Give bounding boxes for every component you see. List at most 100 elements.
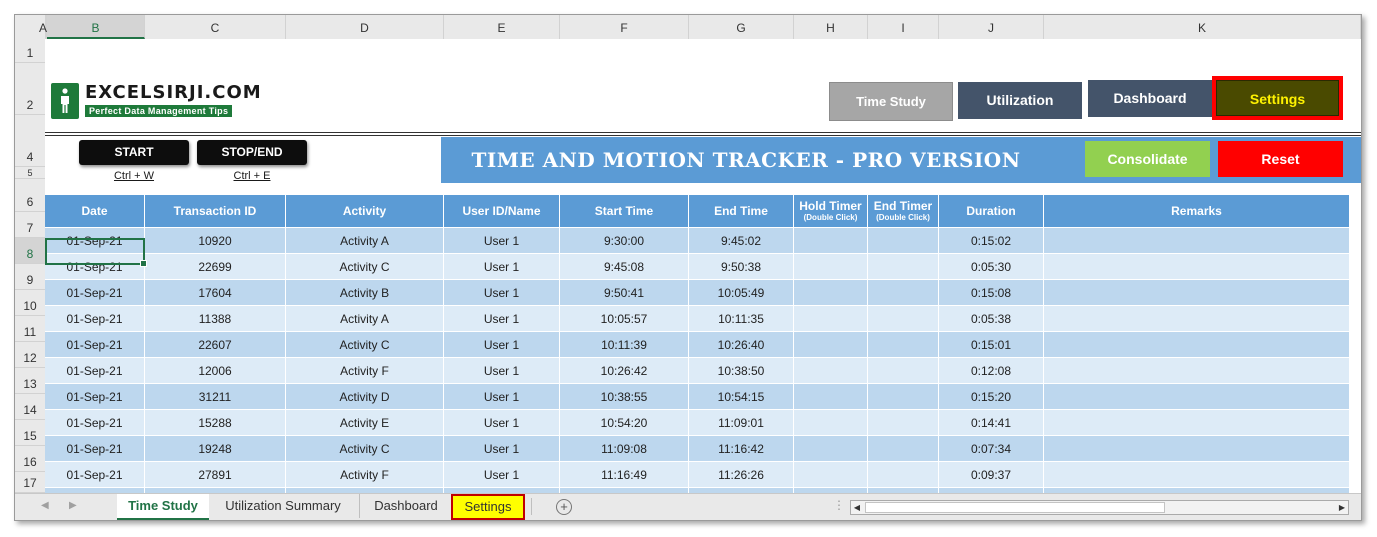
sheet-tab-utilization-summary[interactable]: Utilization Summary <box>213 494 353 518</box>
cell-start-time[interactable]: 11:09:08 <box>560 436 689 462</box>
cell-hold-timer[interactable] <box>794 358 868 384</box>
cell-end-timer[interactable] <box>868 332 939 358</box>
scroll-right-icon[interactable]: ▶ <box>1336 501 1348 514</box>
stop-end-button[interactable]: STOP/END <box>197 140 307 165</box>
column-header-g[interactable]: G <box>689 15 794 39</box>
scroll-tabs-left-icon[interactable]: ◀ <box>41 500 49 511</box>
cell-remarks[interactable] <box>1044 384 1350 410</box>
row-header[interactable]: 5 <box>15 167 45 179</box>
cell-activity[interactable]: Activity C <box>286 254 444 280</box>
start-button[interactable]: START <box>79 140 189 165</box>
cell-end-time[interactable]: 10:54:15 <box>689 384 794 410</box>
cell-transaction-id[interactable]: 17604 <box>145 280 286 306</box>
cell-transaction-id[interactable]: 22607 <box>145 332 286 358</box>
cell-transaction-id[interactable]: 10920 <box>145 228 286 254</box>
cell-duration[interactable]: 0:05:30 <box>939 254 1044 280</box>
column-header-j[interactable]: J <box>939 15 1044 39</box>
cell-date[interactable]: 01-Sep-21 <box>45 358 145 384</box>
splitter-handle-icon[interactable]: ⋮ <box>833 498 845 512</box>
cell-hold-timer[interactable] <box>794 280 868 306</box>
cell-hold-timer[interactable] <box>794 254 868 280</box>
cell-start-time[interactable]: 10:54:20 <box>560 410 689 436</box>
cell-end-timer[interactable] <box>868 436 939 462</box>
scroll-left-icon[interactable]: ◀ <box>851 501 863 514</box>
utilization-button[interactable]: Utilization <box>958 82 1082 119</box>
cell-end-time[interactable]: 11:16:42 <box>689 436 794 462</box>
cell-user-id[interactable]: User 1 <box>444 332 560 358</box>
cell-end-timer[interactable] <box>868 228 939 254</box>
row-header[interactable]: 12 <box>15 342 45 368</box>
row-header[interactable]: 10 <box>15 290 45 316</box>
cell-end-time[interactable]: 11:09:01 <box>689 410 794 436</box>
column-header-c[interactable]: C <box>145 15 286 39</box>
cell-user-id[interactable]: User 1 <box>444 280 560 306</box>
cell-end-timer[interactable] <box>868 280 939 306</box>
cell-transaction-id[interactable]: 27891 <box>145 462 286 488</box>
row-header[interactable]: 2 <box>15 63 45 115</box>
cell-duration[interactable]: 0:15:02 <box>939 228 1044 254</box>
column-header-f[interactable]: F <box>560 15 689 39</box>
column-header-e[interactable]: E <box>444 15 560 39</box>
cell-user-id[interactable]: User 1 <box>444 228 560 254</box>
row-header[interactable]: 1 <box>15 39 45 63</box>
cell-start-time[interactable]: 9:50:41 <box>560 280 689 306</box>
cell-duration[interactable]: 0:15:08 <box>939 280 1044 306</box>
row-header[interactable]: 4 <box>15 115 45 167</box>
cell-remarks[interactable] <box>1044 228 1350 254</box>
reset-button[interactable]: Reset <box>1218 141 1343 177</box>
row-header[interactable]: 15 <box>15 420 45 446</box>
cell-date[interactable]: 01-Sep-21 <box>45 254 145 280</box>
cell-activity[interactable]: Activity A <box>286 228 444 254</box>
cell-duration[interactable]: 0:09:37 <box>939 462 1044 488</box>
scroll-tabs-right-icon[interactable]: ▶ <box>69 500 77 511</box>
consolidate-button[interactable]: Consolidate <box>1085 141 1210 177</box>
sheet-tab-time-study[interactable]: Time Study <box>117 494 209 520</box>
cell-transaction-id[interactable]: 19248 <box>145 436 286 462</box>
cell-duration[interactable]: 0:15:20 <box>939 384 1044 410</box>
cell-end-time[interactable]: 10:05:49 <box>689 280 794 306</box>
settings-button[interactable]: Settings <box>1212 76 1343 120</box>
cell-duration[interactable]: 0:05:38 <box>939 306 1044 332</box>
cell-date[interactable]: 01-Sep-21 <box>45 332 145 358</box>
cell-end-time[interactable]: 10:38:50 <box>689 358 794 384</box>
cell-transaction-id[interactable]: 22699 <box>145 254 286 280</box>
cell-end-time[interactable]: 9:45:02 <box>689 228 794 254</box>
cell-activity[interactable]: Activity D <box>286 384 444 410</box>
cell-remarks[interactable] <box>1044 436 1350 462</box>
column-header-h[interactable]: H <box>794 15 868 39</box>
cell-end-timer[interactable] <box>868 410 939 436</box>
cell-activity[interactable]: Activity F <box>286 358 444 384</box>
cell-hold-timer[interactable] <box>794 462 868 488</box>
cell-date[interactable]: 01-Sep-21 <box>45 280 145 306</box>
cell-end-timer[interactable] <box>868 306 939 332</box>
row-header[interactable]: 17 <box>15 472 45 493</box>
column-header-d[interactable]: D <box>286 15 444 39</box>
cell-end-timer[interactable] <box>868 384 939 410</box>
cell-date[interactable]: 01-Sep-21 <box>45 228 145 254</box>
cell-hold-timer[interactable] <box>794 384 868 410</box>
cell-hold-timer[interactable] <box>794 332 868 358</box>
cell-remarks[interactable] <box>1044 332 1350 358</box>
cell-transaction-id[interactable]: 31211 <box>145 384 286 410</box>
cell-date[interactable]: 01-Sep-21 <box>45 306 145 332</box>
cell-activity[interactable]: Activity A <box>286 306 444 332</box>
cell-user-id[interactable]: User 1 <box>444 462 560 488</box>
cell-user-id[interactable]: User 1 <box>444 306 560 332</box>
cell-date[interactable]: 01-Sep-21 <box>45 384 145 410</box>
cell-date[interactable]: 01-Sep-21 <box>45 462 145 488</box>
cell-transaction-id[interactable]: 12006 <box>145 358 286 384</box>
cell-end-time[interactable]: 10:11:35 <box>689 306 794 332</box>
cell-remarks[interactable] <box>1044 306 1350 332</box>
cell-user-id[interactable]: User 1 <box>444 254 560 280</box>
row-header[interactable]: 14 <box>15 394 45 420</box>
cell-remarks[interactable] <box>1044 280 1350 306</box>
cell-start-time[interactable]: 10:26:42 <box>560 358 689 384</box>
cell-hold-timer[interactable] <box>794 436 868 462</box>
cell-start-time[interactable]: 11:16:49 <box>560 462 689 488</box>
cell-end-time[interactable]: 10:26:40 <box>689 332 794 358</box>
cell-start-time[interactable]: 10:05:57 <box>560 306 689 332</box>
add-sheet-icon[interactable]: + <box>556 499 572 515</box>
cell-user-id[interactable]: User 1 <box>444 384 560 410</box>
cell-activity[interactable]: Activity C <box>286 436 444 462</box>
cell-start-time[interactable]: 10:11:39 <box>560 332 689 358</box>
